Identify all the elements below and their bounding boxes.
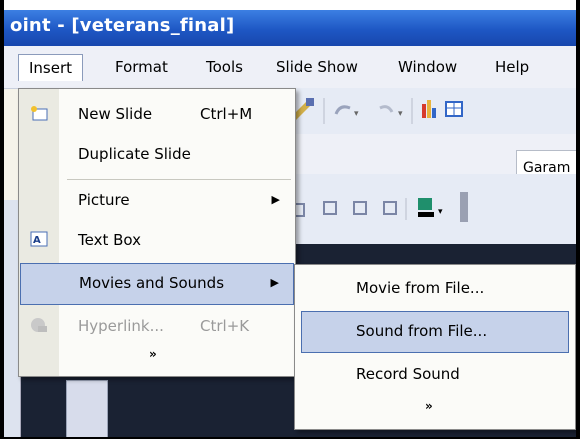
drawing-toolbar-icons: ▾ bbox=[291, 192, 468, 222]
thumbnail-scroller[interactable] bbox=[66, 380, 108, 437]
text-box-icon: A bbox=[30, 231, 48, 247]
menu-item-movies-and-sounds[interactable]: Movies and Sounds ▶ bbox=[20, 263, 294, 305]
menu-item-label: Sound from File... bbox=[356, 322, 488, 340]
menu-item-label: Record Sound bbox=[356, 365, 460, 383]
window-title: oint - [veterans_final] bbox=[10, 15, 235, 36]
svg-text:A: A bbox=[33, 235, 41, 246]
menu-format[interactable]: Format bbox=[110, 56, 173, 78]
movies-and-sounds-submenu: Movie from File... Sound from File... Re… bbox=[294, 264, 576, 430]
menu-item-picture[interactable]: Picture ▶ bbox=[20, 181, 294, 221]
menu-item-label: Movies and Sounds bbox=[79, 274, 225, 292]
insert-menu: New Slide Ctrl+M Duplicate Slide Picture… bbox=[18, 88, 296, 377]
powerpoint-window: oint - [veterans_final] Insert Format To… bbox=[4, 0, 576, 437]
menu-item-record-sound[interactable]: Record Sound bbox=[296, 355, 574, 395]
menu-item-label: Hyperlink... bbox=[78, 317, 164, 335]
formatting-toolbar: Garam bbox=[284, 134, 576, 186]
svg-text:▾: ▾ bbox=[398, 109, 403, 119]
menu-item-label: Duplicate Slide bbox=[78, 145, 191, 163]
menu-item-text-box[interactable]: A Text Box bbox=[20, 221, 294, 261]
fill-color-icon[interactable]: ▾ bbox=[418, 198, 443, 217]
menu-bar: Insert Format Tools Slide Show Window He… bbox=[4, 46, 576, 89]
menu-item-sound-from-file[interactable]: Sound from File... bbox=[301, 311, 569, 353]
title-bar[interactable]: oint - [veterans_final] bbox=[4, 10, 576, 46]
menu-separator bbox=[67, 179, 291, 180]
shape-icon[interactable] bbox=[323, 201, 337, 215]
standard-toolbar-icons: ▾ ▾ bbox=[292, 98, 463, 124]
menu-tools[interactable]: Tools bbox=[201, 56, 248, 78]
toolbar-overflow-icon[interactable] bbox=[460, 192, 468, 222]
menu-item-shortcut: Ctrl+K bbox=[200, 317, 250, 335]
menu-help[interactable]: Help bbox=[490, 56, 534, 78]
shape-icon[interactable] bbox=[383, 201, 397, 215]
redo-icon[interactable]: ▾ bbox=[379, 105, 403, 119]
hyperlink-icon bbox=[30, 317, 48, 333]
menu-item-label: Text Box bbox=[78, 231, 141, 249]
insert-chart-icon[interactable] bbox=[422, 100, 436, 118]
menu-window[interactable]: Window bbox=[393, 56, 462, 78]
top-strip bbox=[4, 0, 576, 10]
drawing-toolbar: ▾ bbox=[284, 174, 576, 244]
submenu-arrow-icon: ▶ bbox=[271, 193, 280, 206]
menu-insert[interactable]: Insert bbox=[18, 54, 84, 81]
expand-menu-icon[interactable]: » bbox=[149, 347, 157, 361]
submenu-arrow-icon: ▶ bbox=[270, 276, 279, 289]
svg-text:▾: ▾ bbox=[438, 207, 443, 217]
svg-text:▾: ▾ bbox=[354, 109, 359, 119]
menu-item-shortcut: Ctrl+M bbox=[200, 105, 253, 123]
undo-icon[interactable]: ▾ bbox=[334, 105, 359, 119]
menu-item-duplicate-slide[interactable]: Duplicate Slide bbox=[20, 135, 294, 175]
menu-item-label: Movie from File... bbox=[356, 279, 485, 297]
menu-item-label: Picture bbox=[78, 191, 130, 209]
shape-icon[interactable] bbox=[353, 201, 367, 215]
menu-item-label: New Slide bbox=[78, 105, 153, 123]
menu-item-movie-from-file[interactable]: Movie from File... bbox=[296, 269, 574, 309]
menu-slide-show[interactable]: Slide Show bbox=[271, 56, 363, 78]
menu-item-new-slide[interactable]: New Slide Ctrl+M bbox=[20, 95, 294, 135]
menu-item-hyperlink: Hyperlink... Ctrl+K bbox=[20, 307, 294, 347]
new-slide-icon bbox=[30, 105, 48, 121]
standard-toolbar: ▾ ▾ bbox=[284, 88, 576, 135]
expand-menu-icon[interactable]: » bbox=[425, 399, 433, 413]
insert-table-icon[interactable] bbox=[445, 101, 463, 117]
